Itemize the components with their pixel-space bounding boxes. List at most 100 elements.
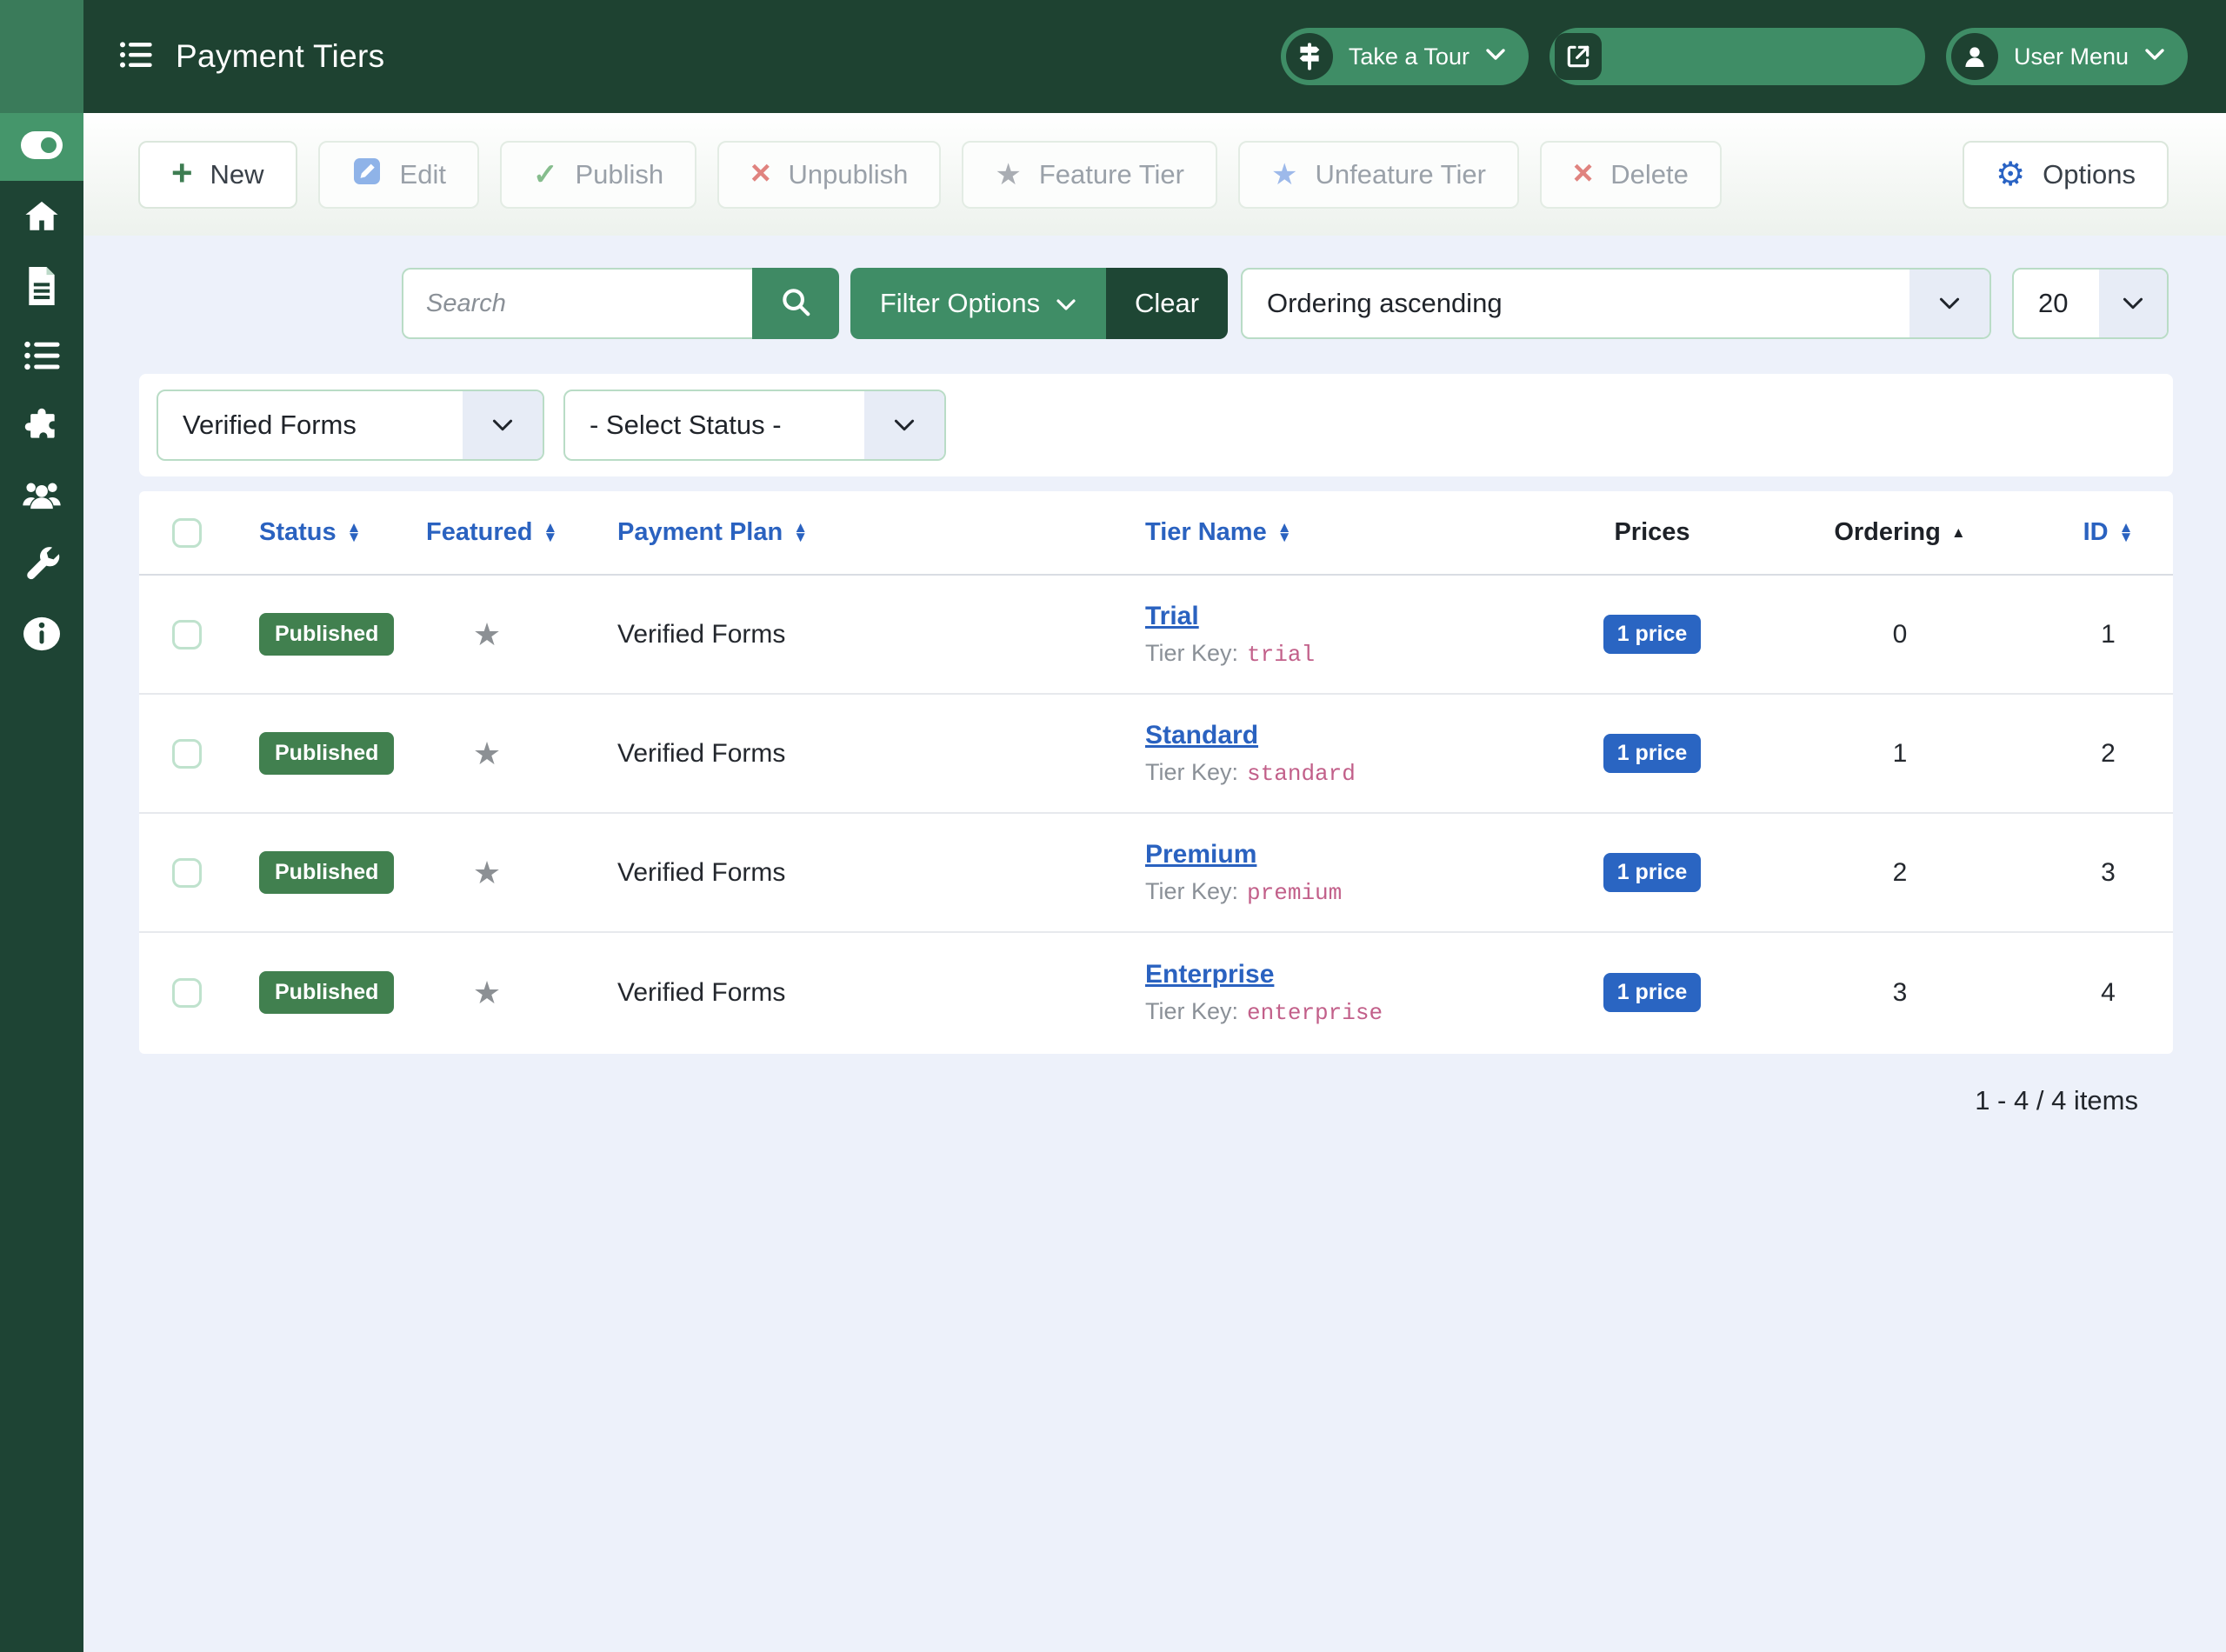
sidebar-item-home[interactable] xyxy=(0,183,83,253)
sidebar-item-users[interactable] xyxy=(0,462,83,531)
sidebar-item-menus[interactable] xyxy=(0,323,83,392)
featured-star-icon[interactable]: ★ xyxy=(426,975,548,1011)
tier-key-line: Tier Key: premium xyxy=(1145,878,1342,906)
tier-name-link[interactable]: Trial xyxy=(1145,602,1199,631)
column-header-prices: Prices xyxy=(1548,518,1756,547)
users-icon xyxy=(22,477,62,516)
ordering-cell: 1 xyxy=(1756,739,2043,769)
column-header-featured[interactable]: Featured ▲▼ xyxy=(426,518,548,547)
status-badge[interactable]: Published xyxy=(259,971,394,1014)
search-button[interactable] xyxy=(752,268,839,339)
tier-name-link[interactable]: Standard xyxy=(1145,721,1258,750)
row-checkbox[interactable] xyxy=(172,858,202,888)
toolbar: + New Edit ✓ Publish × Unpublish ★ Featu… xyxy=(83,113,2226,236)
sidebar-item-components[interactable] xyxy=(0,392,83,462)
list-icon xyxy=(23,336,61,379)
featured-star-icon[interactable]: ★ xyxy=(426,616,548,653)
feature-tier-label: Feature Tier xyxy=(1039,159,1184,190)
status-filter-value: - Select Status - xyxy=(565,410,864,441)
featured-header-label: Featured xyxy=(426,518,532,547)
payment-plan-filter-value: Verified Forms xyxy=(158,410,463,441)
sort-icon: ▲▼ xyxy=(347,523,362,542)
row-checkbox[interactable] xyxy=(172,620,202,649)
unfeature-tier-button[interactable]: ★ Unfeature Tier xyxy=(1238,141,1519,209)
tier-key-value: enterprise xyxy=(1247,1000,1383,1026)
table-row: Published ★ Verified Forms Premium Tier … xyxy=(139,814,2173,933)
plus-icon: + xyxy=(171,155,193,191)
id-cell: 1 xyxy=(2043,620,2173,649)
page-size-select[interactable]: 20 xyxy=(2012,268,2169,339)
home-icon xyxy=(23,198,60,239)
sort-icon: ▲▼ xyxy=(2119,523,2134,542)
payment-plan-cell: Verified Forms xyxy=(548,978,1135,1008)
featured-star-icon[interactable]: ★ xyxy=(426,736,548,772)
featured-star-icon[interactable]: ★ xyxy=(426,855,548,891)
column-header-id[interactable]: ID ▲▼ xyxy=(2043,518,2173,547)
search-input[interactable] xyxy=(402,268,752,339)
page-title: Payment Tiers xyxy=(176,38,384,75)
tier-key-label: Tier Key: xyxy=(1145,759,1238,786)
chevron-down-icon xyxy=(2099,270,2167,337)
filters-panel: Verified Forms - Select Status - xyxy=(139,374,2173,476)
status-badge[interactable]: Published xyxy=(259,732,394,775)
delete-button[interactable]: × Delete xyxy=(1540,141,1722,209)
clear-button[interactable]: Clear xyxy=(1106,268,1228,339)
ordering-select[interactable]: Ordering ascending xyxy=(1241,268,1991,339)
chevron-down-icon xyxy=(1485,48,1506,66)
cross-icon: × xyxy=(750,156,770,190)
prices-badge: 1 price xyxy=(1603,853,1702,892)
status-badge[interactable]: Published xyxy=(259,851,394,894)
edit-button[interactable]: Edit xyxy=(318,141,479,209)
table-row: Published ★ Verified Forms Enterprise Ti… xyxy=(139,933,2173,1052)
star-icon: ★ xyxy=(995,160,1021,190)
feature-tier-button[interactable]: ★ Feature Tier xyxy=(962,141,1217,209)
column-header-ordering[interactable]: Ordering ▲ xyxy=(1756,518,2043,547)
options-button[interactable]: ⚙ Options xyxy=(1963,141,2169,209)
column-header-payment-plan[interactable]: Payment Plan ▲▼ xyxy=(548,518,1135,547)
status-filter-select[interactable]: - Select Status - xyxy=(563,390,946,461)
sidebar-item-info[interactable] xyxy=(0,601,83,670)
chevron-down-icon xyxy=(1909,270,1989,337)
components-icon xyxy=(23,406,61,449)
ordering-cell: 3 xyxy=(1756,978,2043,1008)
check-icon: ✓ xyxy=(533,160,558,190)
payment-plan-cell: Verified Forms xyxy=(548,739,1135,769)
tier-name-cell: Premium Tier Key: premium xyxy=(1135,840,1548,906)
tier-name-link[interactable]: Premium xyxy=(1145,840,1256,869)
user-menu-button[interactable]: User Menu xyxy=(1946,28,2188,85)
ordering-select-value: Ordering ascending xyxy=(1243,288,1909,319)
sidebar-nav xyxy=(0,183,83,670)
clear-button-label: Clear xyxy=(1135,288,1199,319)
sidebar-corner xyxy=(0,0,83,113)
sidebar-toggle-button[interactable] xyxy=(0,113,83,181)
tier-key-value: trial xyxy=(1247,642,1315,668)
new-button[interactable]: + New xyxy=(138,141,297,209)
column-header-tier-name[interactable]: Tier Name ▲▼ xyxy=(1135,518,1548,547)
tier-name-link[interactable]: Enterprise xyxy=(1145,960,1274,989)
status-badge[interactable]: Published xyxy=(259,613,394,656)
row-checkbox[interactable] xyxy=(172,739,202,769)
payment-plan-filter-select[interactable]: Verified Forms xyxy=(157,390,544,461)
tools-icon xyxy=(23,545,61,588)
menu-toggle-icon xyxy=(21,131,63,163)
tier-key-line: Tier Key: enterprise xyxy=(1145,998,1383,1026)
payment-plan-header-label: Payment Plan xyxy=(617,518,783,547)
unpublish-button[interactable]: × Unpublish xyxy=(717,141,941,209)
site-preview-button[interactable] xyxy=(1550,28,1925,85)
take-a-tour-label: Take a Tour xyxy=(1349,43,1470,70)
sidebar-item-tools[interactable] xyxy=(0,531,83,601)
payment-plan-cell: Verified Forms xyxy=(548,620,1135,649)
column-header-status[interactable]: Status ▲▼ xyxy=(235,518,426,547)
filter-options-button[interactable]: Filter Options xyxy=(850,268,1106,339)
id-cell: 2 xyxy=(2043,739,2173,769)
table-row: Published ★ Verified Forms Standard Tier… xyxy=(139,695,2173,814)
ordering-cell: 0 xyxy=(1756,620,2043,649)
take-a-tour-button[interactable]: Take a Tour xyxy=(1281,28,1529,85)
status-header-label: Status xyxy=(259,518,337,547)
select-all-checkbox[interactable] xyxy=(172,518,202,548)
chevron-down-icon xyxy=(2144,48,2165,66)
publish-button[interactable]: ✓ Publish xyxy=(500,141,696,209)
toolbar-buttons: + New Edit ✓ Publish × Unpublish ★ Featu… xyxy=(138,141,1722,209)
sidebar-item-documents[interactable] xyxy=(0,253,83,323)
row-checkbox[interactable] xyxy=(172,978,202,1008)
